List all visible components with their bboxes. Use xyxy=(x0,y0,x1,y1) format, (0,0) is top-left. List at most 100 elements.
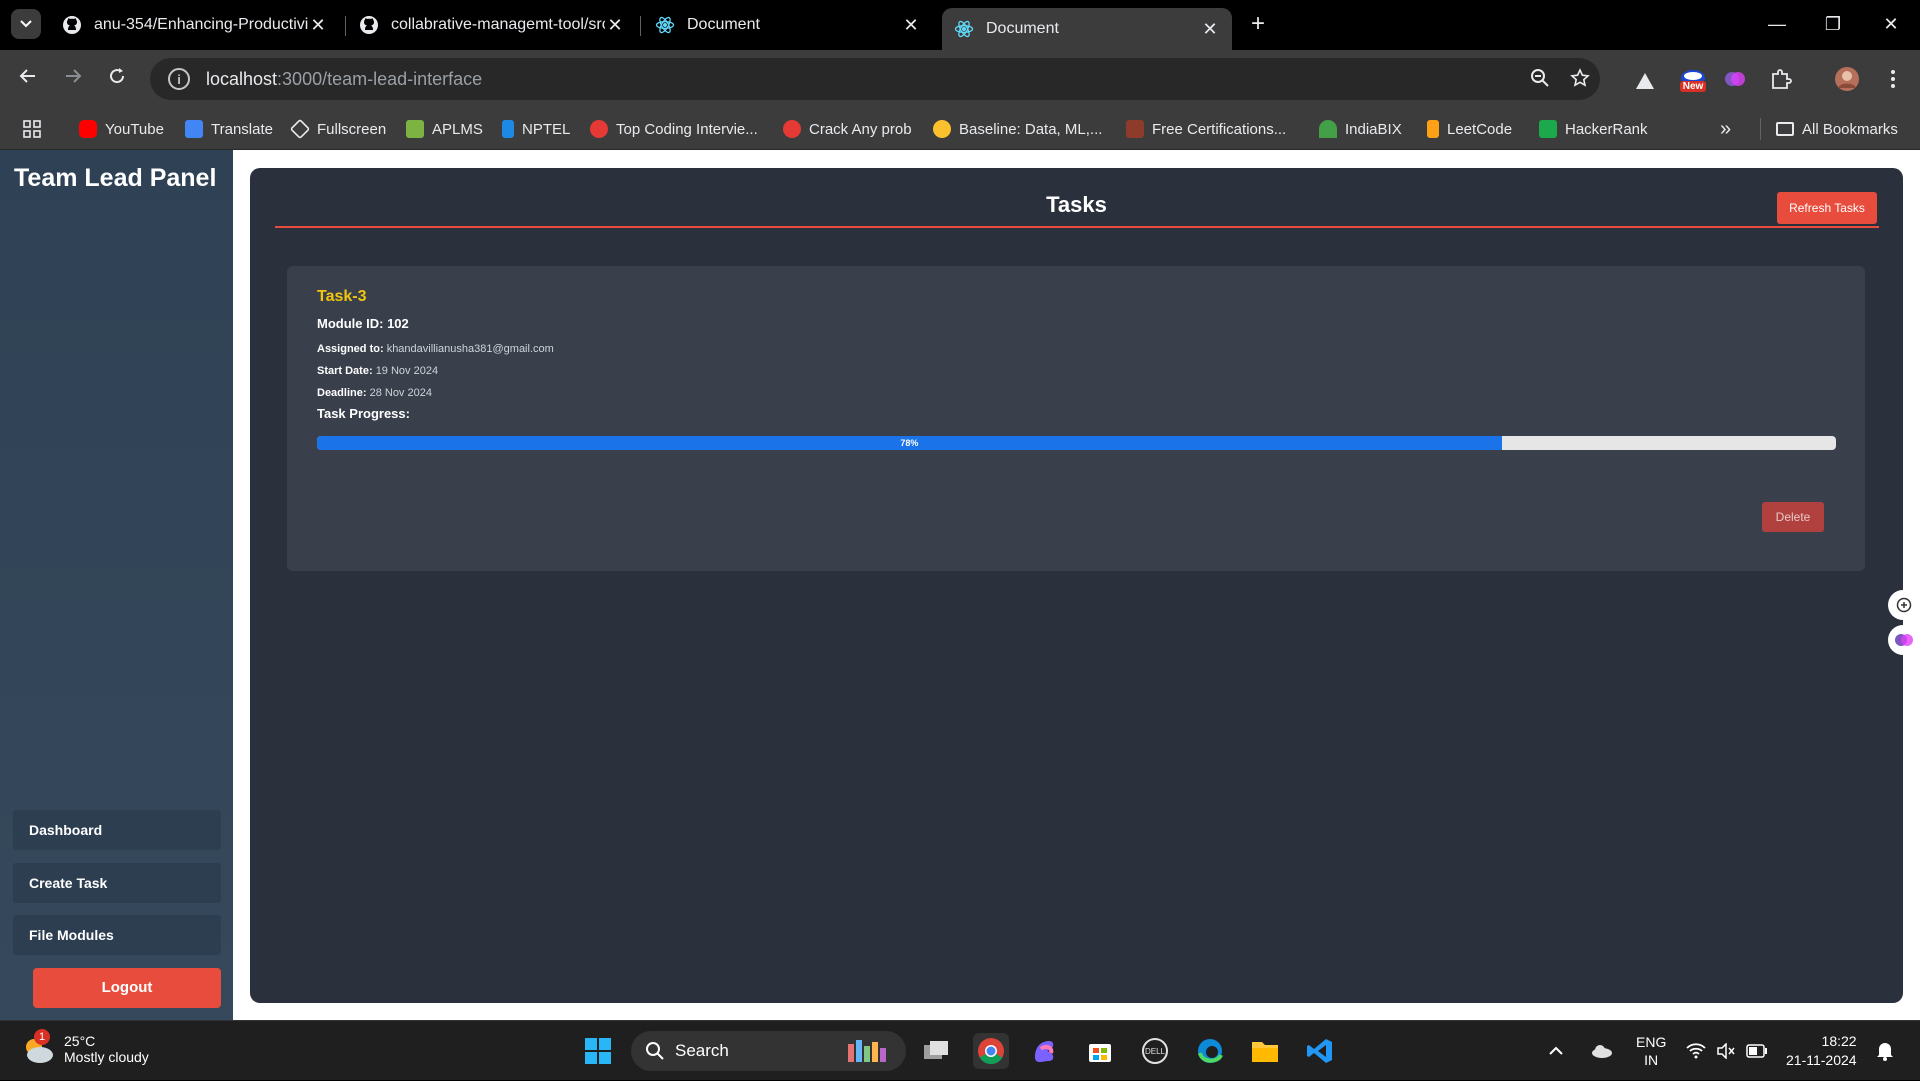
vscode-icon[interactable] xyxy=(1302,1033,1338,1069)
all-bookmarks-button[interactable]: All Bookmarks xyxy=(1776,118,1898,140)
sidebar-item-dashboard[interactable]: Dashboard xyxy=(13,810,221,850)
react-icon xyxy=(655,15,675,35)
task-view-icon[interactable] xyxy=(918,1033,954,1069)
delete-task-button[interactable]: Delete xyxy=(1762,502,1824,532)
onedrive-icon[interactable] xyxy=(1590,1021,1614,1081)
file-explorer-icon[interactable] xyxy=(1247,1033,1283,1069)
extension-brain-icon[interactable] xyxy=(1720,64,1750,94)
extension-new-icon[interactable]: New xyxy=(1676,62,1710,98)
tab-separator xyxy=(345,16,346,36)
wifi-icon[interactable] xyxy=(1686,1021,1706,1081)
folder-icon xyxy=(1776,122,1794,136)
bookmark-label: YouTube xyxy=(105,120,164,138)
minimize-button[interactable]: — xyxy=(1754,8,1800,40)
address-bar[interactable]: i localhost:3000/team-lead-interface xyxy=(150,58,1600,100)
copilot-icon[interactable] xyxy=(1027,1033,1063,1069)
clock[interactable]: 18:22 21-11-2024 xyxy=(1786,1021,1857,1081)
bookmark-fullscreen[interactable]: Fullscreen xyxy=(289,118,386,140)
extension-drive-icon[interactable] xyxy=(1630,66,1660,96)
browser-tab-active[interactable]: Document ✕ xyxy=(942,8,1232,50)
back-button[interactable] xyxy=(12,63,44,95)
restore-button[interactable]: ❐ xyxy=(1810,8,1856,40)
bookmark-nptel[interactable]: NPTEL xyxy=(502,118,570,140)
windows-start-icon[interactable] xyxy=(580,1033,616,1069)
bookmark-translate[interactable]: Translate xyxy=(185,118,273,140)
browser-tab[interactable]: anu-354/Enhancing-Productivit ✕ xyxy=(50,8,340,42)
bookmark-baseline[interactable]: Baseline: Data, ML,... xyxy=(933,118,1102,140)
assigned-to-value: khandavillianusha381@gmail.com xyxy=(386,343,554,355)
tab-separator xyxy=(640,16,641,36)
volume-muted-icon[interactable] xyxy=(1716,1021,1736,1081)
dell-icon[interactable]: DELL xyxy=(1137,1033,1173,1069)
browser-tab[interactable]: collabrative-managemt-tool/src ✕ xyxy=(347,8,637,42)
bookmark-label: APLMS xyxy=(432,120,483,138)
aplms-icon xyxy=(406,120,424,138)
browser-menu-icon[interactable] xyxy=(1878,64,1908,94)
bookmark-aplms[interactable]: APLMS xyxy=(406,118,483,140)
windows-taskbar: 1 25°C Mostly cloudy Search DELL ENG IN … xyxy=(0,1020,1920,1080)
close-icon[interactable]: ✕ xyxy=(1200,19,1220,40)
reload-button[interactable] xyxy=(101,63,133,95)
site-info-icon[interactable]: i xyxy=(168,68,190,90)
sidebar-title: Team Lead Panel xyxy=(14,164,217,192)
zoom-icon[interactable] xyxy=(1528,68,1552,92)
task-progress-bar: 78% xyxy=(317,436,1836,450)
close-icon[interactable]: ✕ xyxy=(605,15,625,36)
forward-button[interactable] xyxy=(57,63,89,95)
puzzle-extensions-icon[interactable] xyxy=(1766,64,1796,94)
tab-search-button[interactable] xyxy=(11,9,41,39)
close-icon[interactable]: ✕ xyxy=(308,15,328,36)
back-arrow-icon xyxy=(19,69,35,83)
new-tab-button[interactable]: + xyxy=(1244,10,1272,38)
task-card: Task-3 Module ID: 102 Assigned to: khand… xyxy=(287,266,1865,571)
bookmark-youtube[interactable]: YouTube xyxy=(79,118,164,140)
task-name: Task-3 xyxy=(317,288,367,305)
refresh-tasks-button[interactable]: Refresh Tasks xyxy=(1777,192,1877,224)
tab-title: collabrative-managemt-tool/src xyxy=(391,16,605,33)
bookmark-divider xyxy=(1760,118,1761,140)
weather-cloud-icon: 1 xyxy=(20,1029,56,1067)
tuf-icon xyxy=(783,120,801,138)
bookmark-label: Free Certifications... xyxy=(1152,120,1287,138)
weather-badge: 1 xyxy=(34,1029,50,1045)
notification-bell-icon[interactable] xyxy=(1876,1021,1894,1081)
floating-translate-icon[interactable] xyxy=(1888,590,1920,620)
url-host: localhost xyxy=(206,68,278,89)
more-bookmarks-button[interactable]: » xyxy=(1720,118,1731,140)
floating-brain-icon[interactable] xyxy=(1888,625,1920,655)
bookmark-crack-any-prob[interactable]: Crack Any prob xyxy=(783,118,912,140)
bookmark-indiabix[interactable]: IndiaBIX xyxy=(1319,118,1402,140)
close-icon[interactable]: ✕ xyxy=(901,15,921,36)
start-date: Start Date: 19 Nov 2024 xyxy=(317,365,438,377)
logout-button[interactable]: Logout xyxy=(33,968,221,1008)
sidebar-item-create-task[interactable]: Create Task xyxy=(13,863,221,903)
browser-tab[interactable]: Document ✕ xyxy=(643,8,933,42)
react-icon xyxy=(954,19,974,39)
forward-arrow-icon xyxy=(66,69,82,83)
close-window-button[interactable]: ✕ xyxy=(1868,8,1914,40)
bookmark-label: NPTEL xyxy=(522,120,571,138)
certification-icon xyxy=(1126,120,1144,138)
microsoft-store-icon[interactable] xyxy=(1082,1033,1118,1069)
taskbar-search[interactable]: Search xyxy=(631,1031,906,1071)
sidebar-item-file-modules[interactable]: File Modules xyxy=(13,915,221,955)
bookmark-hackerrank[interactable]: HackerRank xyxy=(1539,118,1648,140)
tray-overflow-icon[interactable] xyxy=(1548,1021,1564,1081)
deadline: Deadline: 28 Nov 2024 xyxy=(317,387,432,399)
bookmark-label: HackerRank xyxy=(1565,120,1648,138)
weather-widget[interactable]: 1 25°C Mostly cloudy xyxy=(20,1029,149,1067)
tasks-panel: Tasks Refresh Tasks Task-3 Module ID: 10… xyxy=(250,168,1903,1003)
tab-title: Document xyxy=(687,16,760,33)
bookmark-star-icon[interactable] xyxy=(1568,68,1592,92)
language-indicator[interactable]: ENG IN xyxy=(1636,1021,1666,1081)
bookmark-top-coding[interactable]: Top Coding Intervie... xyxy=(590,118,758,140)
apps-grid-icon[interactable] xyxy=(22,118,42,140)
chrome-taskbar-icon[interactable] xyxy=(973,1033,1009,1069)
bookmark-leetcode[interactable]: LeetCode xyxy=(1427,118,1512,140)
edge-icon[interactable] xyxy=(1192,1033,1228,1069)
bookmark-free-certifications[interactable]: Free Certifications... xyxy=(1126,118,1286,140)
svg-text:DELL: DELL xyxy=(1145,1047,1166,1056)
battery-icon[interactable] xyxy=(1746,1021,1768,1081)
profile-avatar[interactable] xyxy=(1832,64,1862,94)
start-date-value: 19 Nov 2024 xyxy=(375,365,439,377)
